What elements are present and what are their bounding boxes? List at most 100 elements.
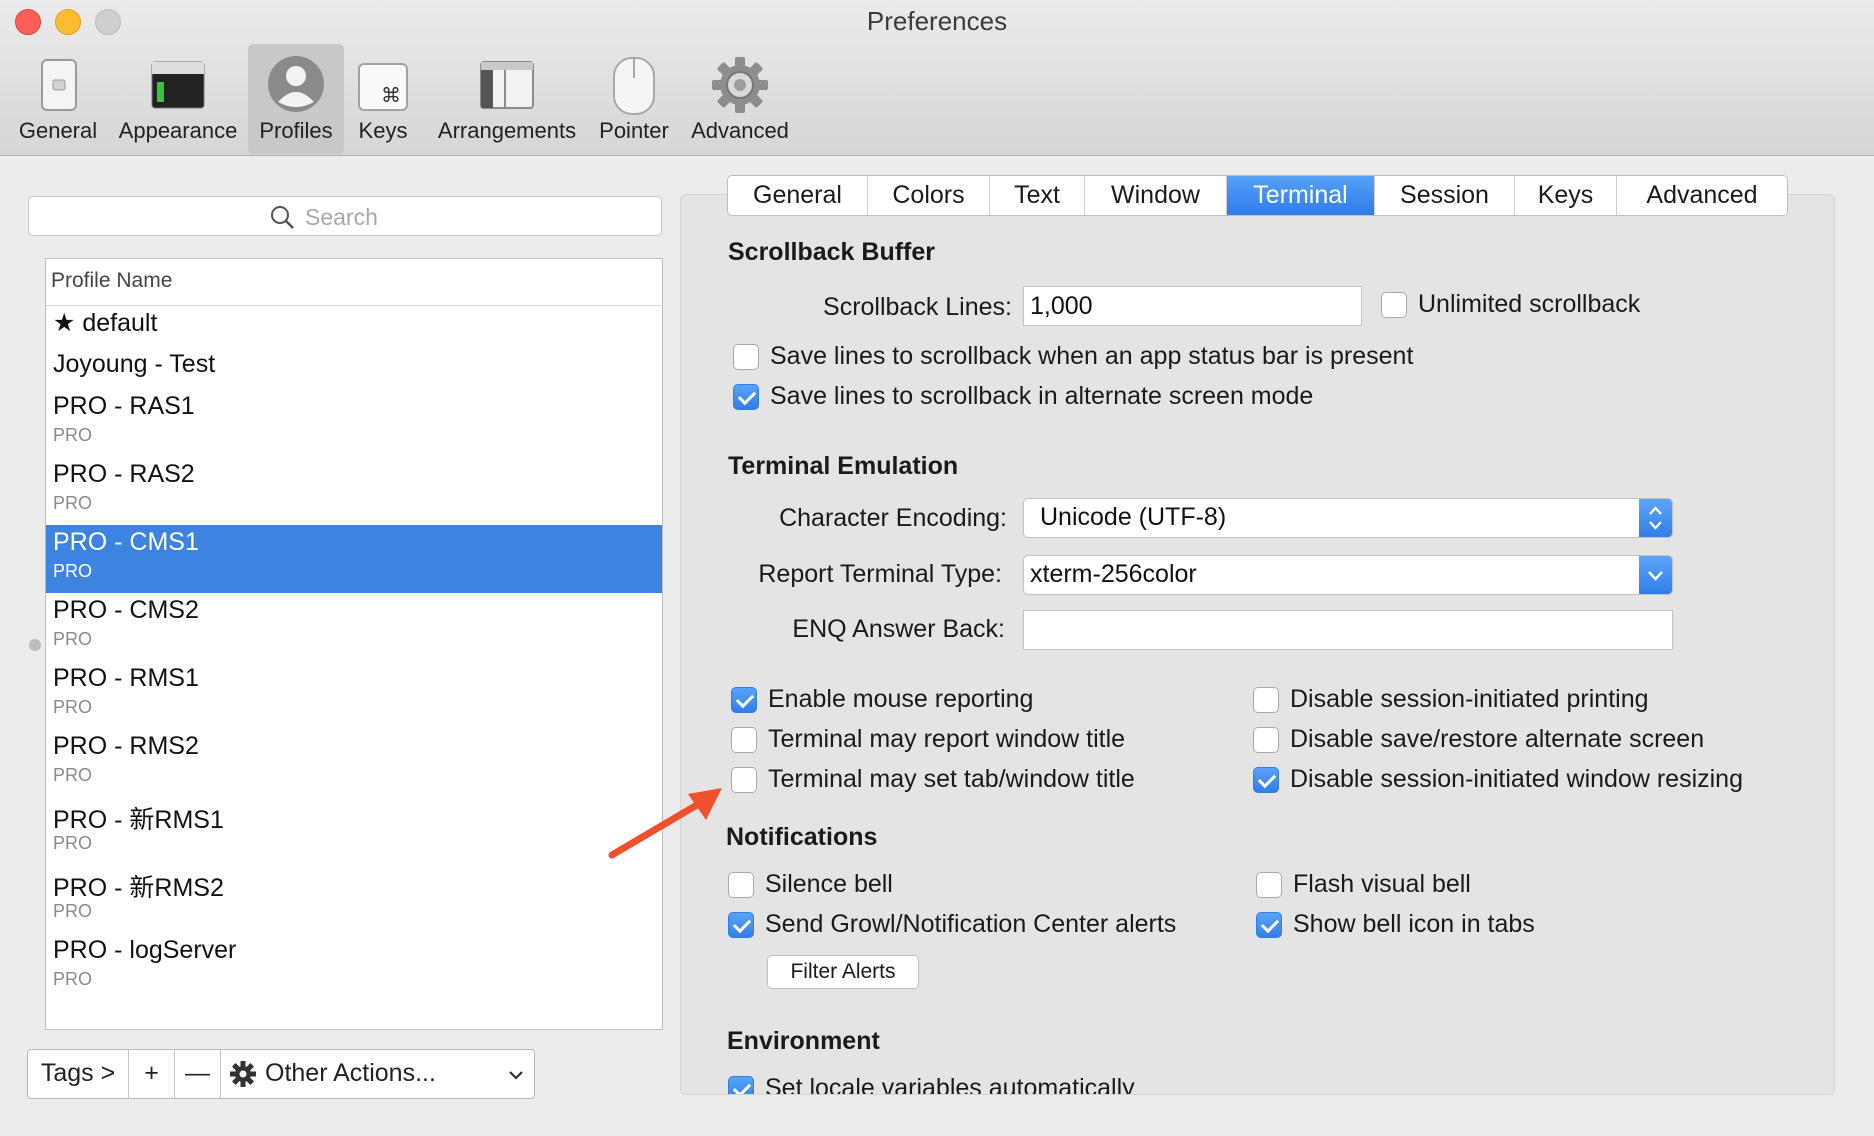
profile-tag: PRO (53, 833, 93, 853)
scrollback-section-title: Scrollback Buffer (728, 238, 936, 266)
checkbox-off (1253, 726, 1279, 753)
toolbar-advanced[interactable]: Advanced (686, 44, 794, 154)
mouse-icon (613, 57, 655, 115)
enq-answer-back-label: ENQ Answer Back: (792, 615, 1005, 643)
environment-section-title: Environment (727, 1027, 880, 1055)
gear-icon (230, 1061, 256, 1087)
other-actions-menu[interactable]: Other Actions... (221, 1050, 534, 1098)
unlimited-scrollback-checkbox[interactable]: Unlimited scrollback (1381, 290, 1640, 319)
save-alternate-screen-checkbox[interactable]: Save lines to scrollback in alternate sc… (733, 382, 1313, 411)
checkbox-off (731, 726, 757, 753)
tab-general[interactable]: General (728, 176, 868, 215)
gear-icon (712, 57, 768, 113)
checkbox-off (1256, 871, 1282, 898)
checkbox-on (731, 686, 757, 713)
report-terminal-type-label: Report Terminal Type: (758, 560, 1002, 588)
enable-mouse-reporting-checkbox[interactable]: Enable mouse reporting (731, 685, 1033, 714)
profile-name-column-header[interactable]: Profile Name (46, 259, 662, 306)
disable-alternate-screen-checkbox[interactable]: Disable save/restore alternate screen (1253, 725, 1704, 754)
profile-tag: PRO (53, 425, 93, 445)
svg-text:⌘: ⌘ (381, 83, 401, 107)
filter-alerts-button[interactable]: Filter Alerts (767, 955, 919, 989)
profile-row-default[interactable]: ★ default (46, 305, 662, 347)
profile-tag: PRO (53, 561, 93, 581)
profile-tag: PRO (53, 493, 93, 513)
profile-tag: PRO (53, 629, 93, 649)
tab-keys[interactable]: Keys (1515, 176, 1617, 215)
flash-visual-bell-checkbox[interactable]: Flash visual bell (1256, 870, 1471, 899)
profile-list: Profile Name ★ default Joyoung - Test PR… (45, 258, 663, 1030)
profile-row-pro-rms2[interactable]: PRO - RMS2 PRO (46, 729, 662, 797)
appearance-window-icon (151, 61, 205, 109)
search-icon (271, 206, 294, 229)
search-input[interactable]: Search (28, 196, 662, 236)
profile-row-pro-new-rms1[interactable]: PRO - 新RMS1 PRO (46, 797, 662, 865)
annotation-arrow (608, 788, 722, 859)
toolbar-keys[interactable]: ⌘ Keys (350, 44, 416, 154)
up-down-chevron-icon (1639, 499, 1672, 537)
toolbar: Preferences General Appearance Profiles … (0, 0, 1874, 156)
emulation-section-title: Terminal Emulation (728, 452, 959, 480)
profile-row-pro-logserver[interactable]: PRO - logServer PRO (46, 933, 662, 1001)
scrollback-lines-field[interactable]: 1,000 (1023, 286, 1362, 326)
tags-button[interactable]: Tags > (28, 1050, 129, 1098)
disable-window-resizing-checkbox[interactable]: Disable session-initiated window resizin… (1253, 765, 1743, 794)
checkbox-off (1253, 686, 1279, 713)
profile-tag: PRO (53, 901, 93, 921)
scrollback-lines-label: Scrollback Lines: (823, 293, 1012, 321)
tab-colors[interactable]: Colors (868, 176, 990, 215)
growl-alerts-checkbox[interactable]: Send Growl/Notification Center alerts (728, 910, 1176, 939)
chevron-down-icon (1639, 556, 1672, 594)
checkbox-off (728, 871, 754, 898)
profile-avatar-icon (268, 56, 324, 112)
show-bell-icon-checkbox[interactable]: Show bell icon in tabs (1256, 910, 1535, 939)
checkbox-on (728, 1075, 754, 1094)
toolbar-arrangements[interactable]: Arrangements (428, 44, 586, 154)
checkbox-off (733, 343, 759, 370)
profile-settings-tabs: General Colors Text Window Terminal Sess… (727, 175, 1788, 216)
profile-row-pro-cms2[interactable]: PRO - CMS2 PRO (46, 593, 662, 661)
toolbar-profiles[interactable]: Profiles (248, 44, 344, 154)
profile-row-pro-rms1[interactable]: PRO - RMS1 PRO (46, 661, 662, 729)
profile-row-pro-ras2[interactable]: PRO - RAS2 PRO (46, 457, 662, 525)
report-window-title-checkbox[interactable]: Terminal may report window title (731, 725, 1125, 754)
set-tab-window-title-checkbox[interactable]: Terminal may set tab/window title (731, 765, 1135, 794)
character-encoding-label: Character Encoding: (779, 504, 1007, 532)
profile-row-pro-new-rms2[interactable]: PRO - 新RMS2 PRO (46, 865, 662, 933)
enq-answer-back-field[interactable] (1023, 610, 1673, 650)
tab-session[interactable]: Session (1375, 176, 1515, 215)
split-view-drag-handle[interactable] (29, 639, 41, 651)
chevron-down-icon (509, 1071, 523, 1080)
tab-text[interactable]: Text (990, 176, 1085, 215)
toolbar-general[interactable]: General (10, 44, 106, 154)
profile-tag: PRO (53, 765, 93, 785)
set-locale-checkbox[interactable]: Set locale variables automatically (728, 1074, 1135, 1094)
window-title: Preferences (866, 6, 1008, 36)
disable-printing-checkbox[interactable]: Disable session-initiated printing (1253, 685, 1649, 714)
tab-advanced[interactable]: Advanced (1617, 176, 1787, 215)
remove-profile-button[interactable]: — (175, 1050, 221, 1098)
environment-clip: Set locale variables automatically (726, 1070, 1206, 1094)
arrangements-windows-icon (480, 61, 534, 109)
command-key-icon: ⌘ (358, 63, 408, 111)
silence-bell-checkbox[interactable]: Silence bell (728, 870, 893, 899)
checkbox-on (1256, 911, 1282, 938)
save-status-bar-checkbox[interactable]: Save lines to scrollback when an app sta… (733, 342, 1413, 371)
add-profile-button[interactable]: + (129, 1050, 175, 1098)
profile-tag: PRO (53, 697, 93, 717)
checkbox-on (728, 911, 754, 938)
profile-row-joyoung-test[interactable]: Joyoung - Test (46, 347, 662, 389)
character-encoding-select[interactable]: Unicode (UTF-8) (1023, 498, 1673, 538)
profile-row-pro-ras1[interactable]: PRO - RAS1 PRO (46, 389, 662, 457)
toolbar-appearance[interactable]: Appearance (112, 44, 244, 154)
profile-row-pro-cms1[interactable]: PRO - CMS1 PRO (46, 525, 662, 593)
checkbox-on (733, 383, 759, 410)
report-terminal-type-combo[interactable]: xterm-256color (1023, 555, 1673, 595)
notifications-section-title: Notifications (726, 823, 878, 851)
tab-terminal[interactable]: Terminal (1227, 176, 1375, 215)
toolbar-pointer[interactable]: Pointer (594, 44, 674, 154)
profile-actions-bar: Tags > + — Other Actions... (27, 1049, 535, 1099)
search-placeholder: Search (305, 204, 378, 230)
checkbox-off (1381, 291, 1407, 318)
tab-window[interactable]: Window (1085, 176, 1227, 215)
